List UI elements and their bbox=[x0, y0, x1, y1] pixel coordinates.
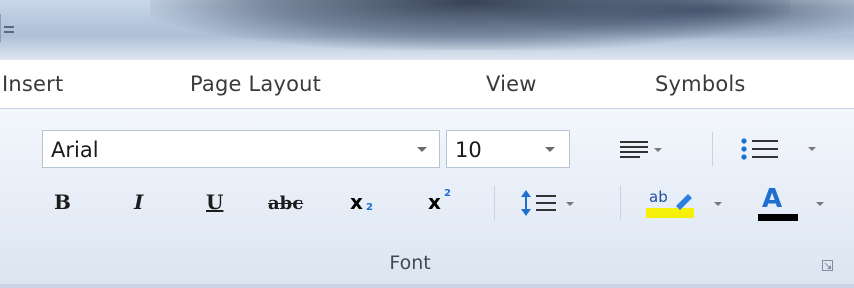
quick-access-separator bbox=[0, 14, 1, 42]
title-bar bbox=[0, 0, 854, 60]
highlight-dropdown-icon[interactable] bbox=[714, 202, 722, 206]
superscript-button[interactable]: x 2 bbox=[428, 188, 468, 218]
tab-view[interactable]: View bbox=[486, 72, 537, 96]
font-size-dropdown-icon[interactable] bbox=[545, 147, 555, 152]
font-group-label: Font bbox=[389, 252, 431, 274]
font-name-value: Arial bbox=[51, 138, 99, 162]
font-color-bar bbox=[758, 214, 798, 221]
line-spacing-button[interactable] bbox=[514, 186, 598, 220]
align-button[interactable] bbox=[616, 136, 686, 162]
dialog-launcher-icon[interactable] bbox=[822, 257, 834, 271]
separator bbox=[712, 132, 713, 166]
bold-button[interactable]: B bbox=[54, 190, 71, 214]
ribbon-tabs: Insert Page Layout View Symbols bbox=[0, 60, 854, 108]
font-size-value: 10 bbox=[455, 138, 482, 162]
superscript-glyph: x bbox=[428, 190, 441, 214]
line-spacing-icon bbox=[521, 190, 574, 216]
tab-symbols[interactable]: Symbols bbox=[655, 72, 746, 96]
separator bbox=[620, 186, 621, 220]
superscript-mark: 2 bbox=[444, 188, 451, 199]
align-left-icon bbox=[620, 141, 662, 158]
subscript-glyph: x bbox=[350, 190, 363, 214]
bullet-list-icon bbox=[741, 138, 816, 160]
strikethrough-button[interactable]: abc bbox=[268, 193, 303, 214]
font-color-button[interactable]: A bbox=[758, 184, 834, 224]
highlighter-pen-icon bbox=[676, 194, 692, 210]
separator bbox=[494, 186, 495, 220]
tab-page-layout[interactable]: Page Layout bbox=[190, 72, 321, 96]
subscript-mark: 2 bbox=[366, 202, 373, 213]
font-size-combo[interactable]: 10 bbox=[446, 130, 570, 168]
font-color-glyph: A bbox=[762, 184, 783, 214]
italic-button[interactable]: I bbox=[134, 190, 143, 214]
font-name-combo[interactable]: Arial bbox=[42, 130, 440, 168]
bullets-button[interactable] bbox=[736, 134, 826, 164]
ribbon-bottom-edge bbox=[0, 284, 854, 288]
tab-insert[interactable]: Insert bbox=[2, 72, 63, 96]
underline-button[interactable]: U bbox=[206, 190, 223, 214]
subscript-button[interactable]: x 2 bbox=[350, 188, 390, 218]
customize-qat-icon[interactable] bbox=[4, 20, 18, 38]
highlight-text-label: ab bbox=[649, 188, 668, 206]
highlight-button[interactable]: ab bbox=[646, 188, 736, 222]
font-name-dropdown-icon[interactable] bbox=[417, 147, 427, 152]
font-color-dropdown-icon[interactable] bbox=[816, 202, 824, 206]
title-bar-glass-2 bbox=[480, 0, 854, 40]
